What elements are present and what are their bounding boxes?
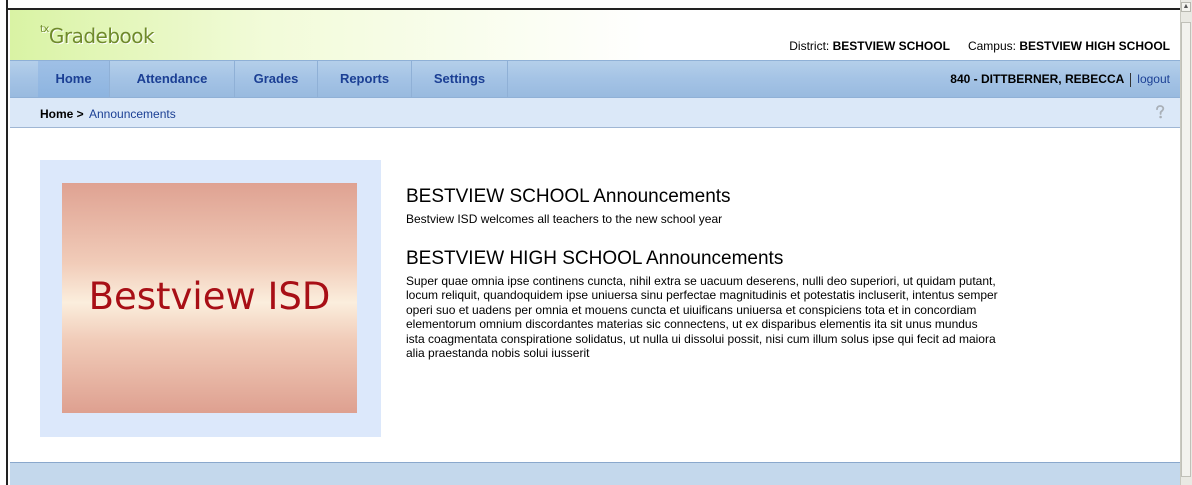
campus-announcement-body: Super quae omnia ipse continens cuncta, … (406, 274, 1141, 361)
campus-label: Campus: (967, 39, 1016, 53)
user-separator (1130, 72, 1132, 87)
main-content: Bestview ISD BESTVIEW SCHOOL Announcemen… (10, 128, 1180, 462)
footer-bar (10, 462, 1180, 485)
user-name: 840 - DITTBERNER, REBECCA (950, 72, 1125, 86)
main-nav: Home Attendance Grades Reports Settings … (10, 60, 1180, 98)
breadcrumb-home[interactable]: Home > (40, 107, 84, 121)
district-logo-image: Bestview ISD (62, 183, 357, 413)
logo-text: Gradebook (48, 24, 155, 48)
district-logo-text: Bestview ISD (88, 275, 331, 318)
announcements: BESTVIEW SCHOOL Announcements Bestview I… (406, 186, 1141, 361)
nav-home[interactable]: Home (38, 61, 110, 97)
breadcrumb-current: Announcements (89, 107, 176, 121)
scrollbar-thumb[interactable] (1181, 22, 1191, 477)
nav-reports[interactable]: Reports (318, 61, 412, 97)
district-logo-panel: Bestview ISD (40, 160, 381, 437)
app-logo: txGradebook (40, 24, 155, 48)
campus-announcement-line: Super quae omnia ipse continens cuncta, … (406, 273, 996, 288)
campus-announcement-line: alia praestanda nobis solui iusserit (406, 346, 590, 360)
user-area: 840 - DITTBERNER, REBECCA logout (950, 61, 1170, 97)
district-value: BESTVIEW SCHOOL (832, 39, 950, 53)
window-left-border (0, 0, 8, 485)
campus-announcement-line: ista coagmentata conspiratione solidatus… (406, 331, 996, 346)
scroll-up-arrow-icon[interactable]: ▲ (1181, 2, 1191, 12)
campus-announcement-line: operi suo et uadens per omnia et mouens … (406, 302, 977, 317)
campus-value: BESTVIEW HIGH SCHOOL (1019, 39, 1170, 53)
campus-announcement-line: locum reliquit, quandoquidem ipse uniuer… (406, 288, 998, 302)
window-top-border (8, 0, 1180, 10)
help-icon[interactable] (1152, 104, 1168, 120)
logo-prefix: tx (40, 24, 49, 35)
district-announcement-body: Bestview ISD welcomes all teachers to th… (406, 212, 723, 226)
nav-attendance[interactable]: Attendance (110, 61, 235, 97)
district-label: District: (789, 39, 830, 53)
app-header: txGradebook District: BESTVIEW SCHOOL Cam… (10, 10, 1180, 60)
browser-window: txGradebook District: BESTVIEW SCHOOL Cam… (0, 0, 1192, 485)
nav-grades[interactable]: Grades (235, 61, 318, 97)
campus-announcement-line: elementorum omnium discordantes materias… (406, 317, 978, 331)
nav-settings[interactable]: Settings (412, 61, 508, 97)
breadcrumb: Home > Announcements (10, 98, 1180, 128)
district-announcements-title: BESTVIEW SCHOOL Announcements (406, 186, 731, 207)
district-campus-info: District: BESTVIEW SCHOOL Campus: BESTVIE… (789, 39, 1170, 53)
campus-announcements-title: BESTVIEW HIGH SCHOOL Announcements (406, 247, 784, 269)
logout-link[interactable]: logout (1137, 72, 1170, 86)
